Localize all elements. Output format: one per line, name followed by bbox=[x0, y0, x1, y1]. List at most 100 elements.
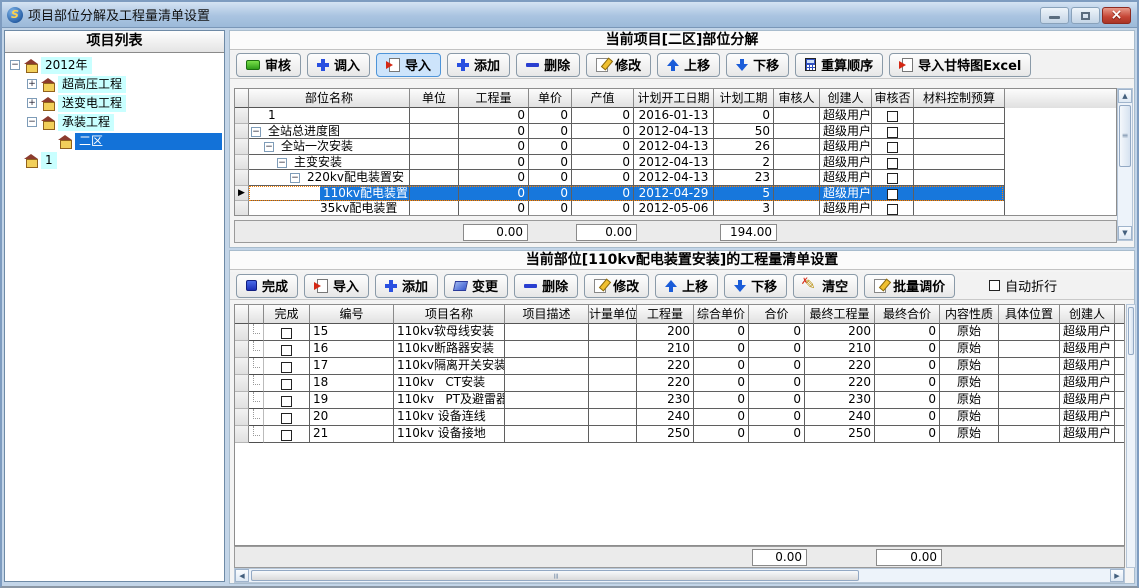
review-checkbox[interactable] bbox=[887, 142, 898, 153]
boq-hscrollbar[interactable]: ◀ ≡ ▶ bbox=[234, 568, 1125, 583]
scroll-down-icon[interactable]: ▼ bbox=[1118, 226, 1132, 240]
column-header[interactable]: 审核否 bbox=[872, 89, 914, 108]
boq-row[interactable]: 15110kv软母线安装200002000原始超级用户 bbox=[235, 324, 1124, 341]
done-checkbox[interactable] bbox=[281, 345, 292, 356]
scroll-up-icon[interactable]: ▲ bbox=[1118, 89, 1132, 103]
call-in-button[interactable]: 调入 bbox=[307, 53, 370, 77]
done-checkbox[interactable] bbox=[281, 362, 292, 373]
finish-button[interactable]: 完成 bbox=[236, 274, 298, 298]
vscroll-thumb[interactable] bbox=[1128, 307, 1134, 355]
column-header[interactable]: 编号 bbox=[310, 305, 394, 324]
tree-item[interactable]: −2012年 bbox=[5, 56, 224, 75]
tree-item[interactable]: 二区 bbox=[5, 132, 224, 151]
tree-item[interactable]: +超高压工程 bbox=[5, 75, 224, 94]
boq-row[interactable]: 16110kv断路器安装210002100原始超级用户 bbox=[235, 341, 1124, 358]
modify-button[interactable]: 修改 bbox=[586, 53, 651, 77]
add-button[interactable]: 添加 bbox=[447, 53, 510, 77]
column-header[interactable]: 具体位置 bbox=[999, 305, 1060, 324]
collapse-icon[interactable]: − bbox=[277, 158, 287, 168]
autowrap-checkbox[interactable] bbox=[989, 280, 1000, 291]
part-row[interactable]: 35kv配电装置0002012-05-063超级用户 bbox=[235, 201, 1116, 216]
done-checkbox[interactable] bbox=[281, 328, 292, 339]
import-gantt-excel-button[interactable]: 导入甘特图Excel bbox=[889, 53, 1031, 77]
column-header[interactable]: 产值 bbox=[572, 89, 634, 108]
import-button[interactable]: 导入 bbox=[304, 274, 369, 298]
maximize-button[interactable] bbox=[1071, 7, 1100, 24]
review-checkbox[interactable] bbox=[887, 189, 898, 200]
expand-icon[interactable]: + bbox=[27, 98, 37, 108]
column-header[interactable]: 材料控制预算 bbox=[914, 89, 1005, 108]
collapse-icon[interactable]: − bbox=[251, 127, 261, 137]
change-button[interactable]: 变更 bbox=[444, 274, 508, 298]
column-header[interactable]: 创建人 bbox=[820, 89, 872, 108]
column-header[interactable]: 合价 bbox=[749, 305, 805, 324]
move-up-button[interactable]: 上移 bbox=[655, 274, 718, 298]
part-row[interactable]: −220kv配电装置安0002012-04-1323超级用户 bbox=[235, 170, 1116, 186]
column-header[interactable]: 单价 bbox=[529, 89, 572, 108]
part-row[interactable]: −全站总进度图0002012-04-1350超级用户 bbox=[235, 124, 1116, 140]
review-checkbox[interactable] bbox=[887, 204, 898, 215]
expand-icon[interactable]: + bbox=[27, 79, 37, 89]
done-checkbox[interactable] bbox=[281, 413, 292, 424]
column-header[interactable]: 完成 bbox=[264, 305, 310, 324]
tree-item[interactable]: −承装工程 bbox=[5, 113, 224, 132]
column-header[interactable]: 创建人 bbox=[1060, 305, 1115, 324]
column-header[interactable]: 最终工程量 bbox=[805, 305, 875, 324]
scroll-left-icon[interactable]: ◀ bbox=[235, 569, 249, 582]
collapse-icon[interactable]: − bbox=[264, 142, 274, 152]
column-header[interactable]: 综合单价 bbox=[694, 305, 749, 324]
column-header[interactable]: 工程量 bbox=[459, 89, 529, 108]
hscroll-thumb[interactable]: ≡ bbox=[251, 570, 859, 581]
done-checkbox[interactable] bbox=[281, 379, 292, 390]
column-header[interactable]: 计量单位 bbox=[589, 305, 637, 324]
boq-row[interactable]: 19110kv PT及避雷器230002300原始超级用户 bbox=[235, 392, 1124, 409]
column-header[interactable]: 项目描述 bbox=[505, 305, 589, 324]
delete-button[interactable]: 删除 bbox=[516, 53, 580, 77]
collapse-icon[interactable]: − bbox=[10, 60, 20, 70]
close-button[interactable]: × bbox=[1102, 7, 1131, 24]
add-button[interactable]: 添加 bbox=[375, 274, 438, 298]
boq-row[interactable]: 21110kv 设备接地250002500原始超级用户 bbox=[235, 426, 1124, 443]
move-up-button[interactable]: 上移 bbox=[657, 53, 720, 77]
boq-row[interactable]: 18110kv CT安装220002200原始超级用户 bbox=[235, 375, 1124, 392]
column-header[interactable]: 内容性质 bbox=[940, 305, 999, 324]
collapse-icon[interactable]: − bbox=[290, 173, 300, 183]
recalculate-order-button[interactable]: 重算顺序 bbox=[795, 53, 883, 77]
move-down-button[interactable]: 下移 bbox=[726, 53, 789, 77]
column-header[interactable]: 单位 bbox=[410, 89, 459, 108]
column-header[interactable]: 计划工期 bbox=[714, 89, 774, 108]
minimize-button[interactable] bbox=[1040, 7, 1069, 24]
part-grid-vscrollbar[interactable]: ▲ ≡ ▼ bbox=[1117, 88, 1133, 241]
audit-button[interactable]: 审核 bbox=[236, 53, 301, 77]
done-checkbox[interactable] bbox=[281, 396, 292, 407]
boq-vscrollbar[interactable] bbox=[1126, 304, 1136, 568]
delete-button[interactable]: 删除 bbox=[514, 274, 578, 298]
tree-item[interactable]: 1 bbox=[5, 151, 224, 170]
clear-button[interactable]: ✎清空 bbox=[793, 274, 858, 298]
review-checkbox[interactable] bbox=[887, 173, 898, 184]
modify-button[interactable]: 修改 bbox=[584, 274, 649, 298]
autowrap-toggle[interactable]: 自动折行 bbox=[989, 276, 1057, 295]
scroll-right-icon[interactable]: ▶ bbox=[1110, 569, 1124, 582]
column-header[interactable]: 最终合价 bbox=[875, 305, 940, 324]
boq-row[interactable]: 17110kv隔离开关安装220002200原始超级用户 bbox=[235, 358, 1124, 375]
part-row[interactable]: 10002016-01-130超级用户 bbox=[235, 108, 1116, 124]
import-button[interactable]: 导入 bbox=[376, 53, 441, 77]
column-header[interactable]: 项目名称 bbox=[394, 305, 505, 324]
column-header[interactable]: 部位名称 bbox=[249, 89, 410, 108]
batch-price-button[interactable]: 批量调价 bbox=[864, 274, 955, 298]
column-header[interactable]: 施 bbox=[1115, 305, 1125, 324]
part-row[interactable]: ▶110kv配电装置0002012-04-295超级用户 bbox=[235, 186, 1116, 202]
part-row[interactable]: −主变安装0002012-04-132超级用户 bbox=[235, 155, 1116, 171]
done-checkbox[interactable] bbox=[281, 430, 292, 441]
boq-row[interactable]: 20110kv 设备连线240002400原始超级用户 bbox=[235, 409, 1124, 426]
column-header[interactable]: 计划开工日期 bbox=[634, 89, 714, 108]
move-down-button[interactable]: 下移 bbox=[724, 274, 787, 298]
collapse-icon[interactable]: − bbox=[27, 117, 37, 127]
column-header[interactable]: 工程量 bbox=[637, 305, 694, 324]
review-checkbox[interactable] bbox=[887, 158, 898, 169]
column-header[interactable]: 审核人 bbox=[774, 89, 820, 108]
tree-item[interactable]: +送变电工程 bbox=[5, 94, 224, 113]
vscroll-thumb[interactable]: ≡ bbox=[1119, 105, 1131, 167]
review-checkbox[interactable] bbox=[887, 111, 898, 122]
